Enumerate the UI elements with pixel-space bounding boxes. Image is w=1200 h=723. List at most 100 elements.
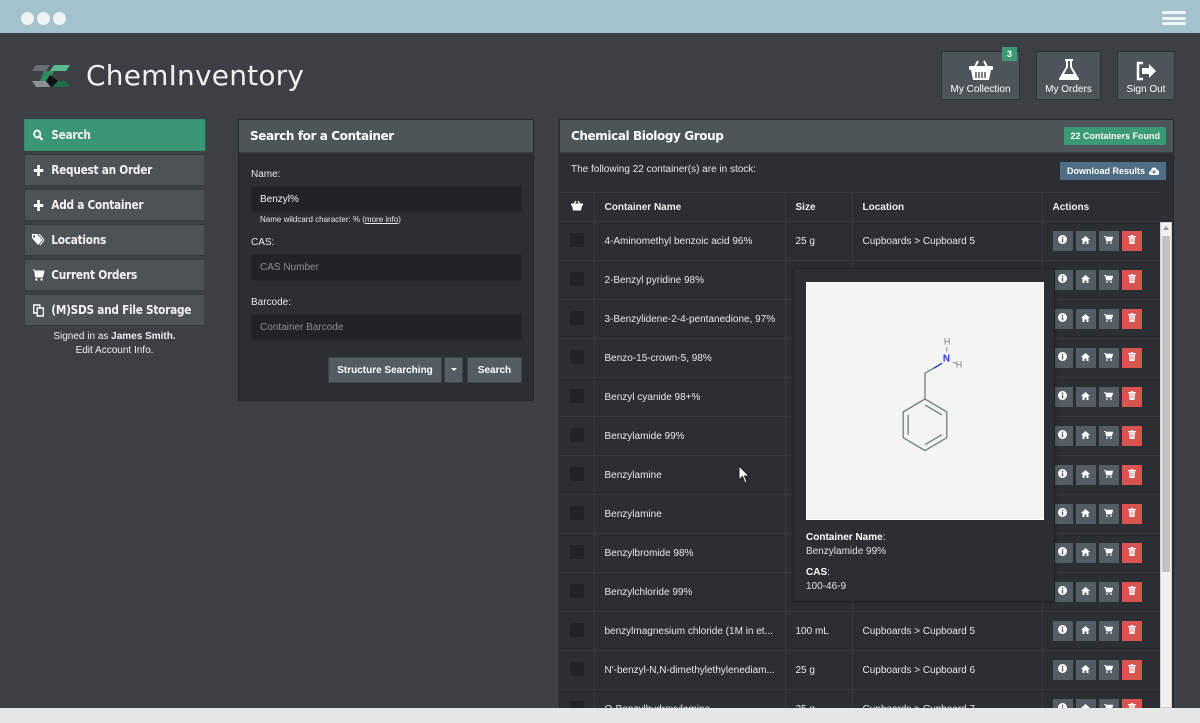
container-name-cell[interactable]: Benzo-15-crown-5, 98%: [594, 338, 786, 378]
row-checkbox[interactable]: [570, 349, 584, 364]
row-checkbox[interactable]: [570, 700, 584, 708]
add-to-order-button[interactable]: [1098, 348, 1119, 368]
container-name-cell[interactable]: N'-benzyl-N,N-dimethylethylenediam...: [594, 650, 786, 690]
barcode-input[interactable]: [251, 314, 522, 341]
location-button[interactable]: [1075, 426, 1096, 446]
row-checkbox[interactable]: [570, 271, 584, 286]
container-name-cell[interactable]: benzylmagnesium chloride (1M in et...: [594, 611, 786, 651]
logo[interactable]: ChemInventory: [30, 59, 304, 92]
add-to-order-button[interactable]: [1098, 231, 1119, 251]
row-checkbox[interactable]: [570, 466, 584, 481]
table-row[interactable]: O-Benzylhydroxylamine25 gCupboards > Cup…: [560, 689, 1160, 708]
window-dot-icon[interactable]: [37, 12, 50, 25]
add-to-order-button[interactable]: [1098, 699, 1119, 708]
my-collection-button[interactable]: 3 My Collection: [941, 47, 1020, 100]
container-name-cell[interactable]: 3-Benzylidene-2-4-pentanedione, 97%: [594, 299, 786, 339]
column-header-location[interactable]: Location: [852, 192, 1043, 222]
row-checkbox[interactable]: [570, 583, 584, 598]
delete-button[interactable]: [1121, 543, 1142, 563]
my-orders-button[interactable]: My Orders: [1036, 51, 1101, 100]
add-to-order-button[interactable]: [1098, 582, 1119, 602]
location-button[interactable]: [1075, 504, 1096, 524]
row-checkbox[interactable]: [570, 232, 584, 247]
info-button[interactable]: [1052, 348, 1073, 368]
location-button[interactable]: [1075, 699, 1096, 708]
delete-button[interactable]: [1121, 465, 1142, 485]
info-button[interactable]: [1052, 465, 1073, 485]
location-button[interactable]: [1075, 387, 1096, 407]
add-to-order-button[interactable]: [1098, 504, 1119, 524]
structure-searching-button[interactable]: Structure Searching: [328, 357, 442, 383]
add-to-order-button[interactable]: [1098, 426, 1119, 446]
container-name-cell[interactable]: Benzylamide 99%: [594, 416, 786, 456]
table-row[interactable]: benzylmagnesium chloride (1M in et... 100…: [560, 611, 1160, 651]
location-button[interactable]: [1075, 621, 1096, 641]
info-button[interactable]: [1052, 309, 1073, 329]
container-name-cell[interactable]: Benzyl cyanide 98+%: [594, 377, 786, 417]
container-name-cell[interactable]: 2-Benzyl pyridine 98%: [594, 260, 786, 300]
info-button[interactable]: [1052, 543, 1073, 563]
location-button[interactable]: [1075, 231, 1096, 251]
table-scrollbar[interactable]: [1160, 222, 1172, 708]
search-button[interactable]: Search: [467, 357, 522, 383]
window-dot-icon[interactable]: [53, 12, 66, 25]
add-to-order-button[interactable]: [1098, 543, 1119, 563]
location-button[interactable]: [1075, 543, 1096, 563]
info-button[interactable]: [1052, 270, 1073, 290]
delete-button[interactable]: [1121, 270, 1142, 290]
container-name-cell[interactable]: Benzylchloride 99%: [594, 572, 786, 612]
scroll-thumb[interactable]: [1162, 236, 1170, 572]
edit-account-link[interactable]: Edit Account Info.: [76, 345, 154, 356]
sidebar-item-current-orders[interactable]: Current Orders: [24, 259, 205, 291]
window-dot-icon[interactable]: [21, 12, 34, 25]
more-info-link[interactable]: more info: [365, 215, 398, 224]
info-button[interactable]: [1052, 699, 1073, 708]
sign-out-button[interactable]: Sign Out: [1117, 51, 1175, 100]
location-button[interactable]: [1075, 660, 1096, 680]
container-name-cell[interactable]: Benzylamine: [594, 455, 786, 495]
delete-button[interactable]: [1121, 231, 1142, 251]
delete-button[interactable]: [1121, 699, 1142, 708]
container-name-cell[interactable]: O-Benzylhydroxylamine: [594, 689, 786, 708]
location-button[interactable]: [1075, 270, 1096, 290]
location-button[interactable]: [1075, 582, 1096, 602]
name-input[interactable]: [251, 186, 522, 213]
delete-button[interactable]: [1121, 504, 1142, 524]
hamburger-menu-icon[interactable]: [1162, 11, 1186, 25]
download-results-button[interactable]: Download Results: [1059, 162, 1166, 180]
delete-button[interactable]: [1121, 348, 1142, 368]
add-to-order-button[interactable]: [1098, 621, 1119, 641]
row-checkbox[interactable]: [570, 388, 584, 403]
table-row[interactable]: N'-benzyl-N,N-dimethylethylenediam... 25 …: [560, 650, 1160, 690]
row-checkbox[interactable]: [570, 622, 584, 637]
location-button[interactable]: [1075, 348, 1096, 368]
info-button[interactable]: [1052, 387, 1073, 407]
table-row[interactable]: 4-Aminomethyl benzoic acid 96% 25 g Cupboa…: [560, 221, 1160, 261]
cas-input[interactable]: [251, 254, 522, 281]
delete-button[interactable]: [1121, 621, 1142, 641]
add-to-order-button[interactable]: [1098, 309, 1119, 329]
delete-button[interactable]: [1121, 426, 1142, 446]
info-button[interactable]: [1052, 426, 1073, 446]
sidebar-item-add-container[interactable]: Add a Container: [24, 189, 205, 221]
row-checkbox[interactable]: [570, 310, 584, 325]
add-to-order-button[interactable]: [1098, 387, 1119, 407]
delete-button[interactable]: [1121, 387, 1142, 407]
sidebar-item-sds-files[interactable]: (M)SDS and File Storage: [24, 294, 205, 326]
sidebar-item-search[interactable]: Search: [24, 119, 205, 151]
container-name-cell[interactable]: Benzylamine: [594, 494, 786, 534]
info-button[interactable]: [1052, 504, 1073, 524]
sidebar-item-request-order[interactable]: Request an Order: [24, 154, 205, 186]
delete-button[interactable]: [1121, 582, 1142, 602]
row-checkbox[interactable]: [570, 544, 584, 559]
column-header-size[interactable]: Size: [785, 192, 853, 222]
delete-button[interactable]: [1121, 660, 1142, 680]
add-to-order-button[interactable]: [1098, 465, 1119, 485]
scroll-up-arrow-icon[interactable]: [1163, 226, 1169, 230]
row-checkbox[interactable]: [570, 427, 584, 442]
sidebar-item-locations[interactable]: Locations: [24, 224, 205, 256]
row-checkbox[interactable]: [570, 505, 584, 520]
info-button[interactable]: [1052, 660, 1073, 680]
info-button[interactable]: [1052, 582, 1073, 602]
container-name-cell[interactable]: 4-Aminomethyl benzoic acid 96%: [594, 221, 786, 261]
